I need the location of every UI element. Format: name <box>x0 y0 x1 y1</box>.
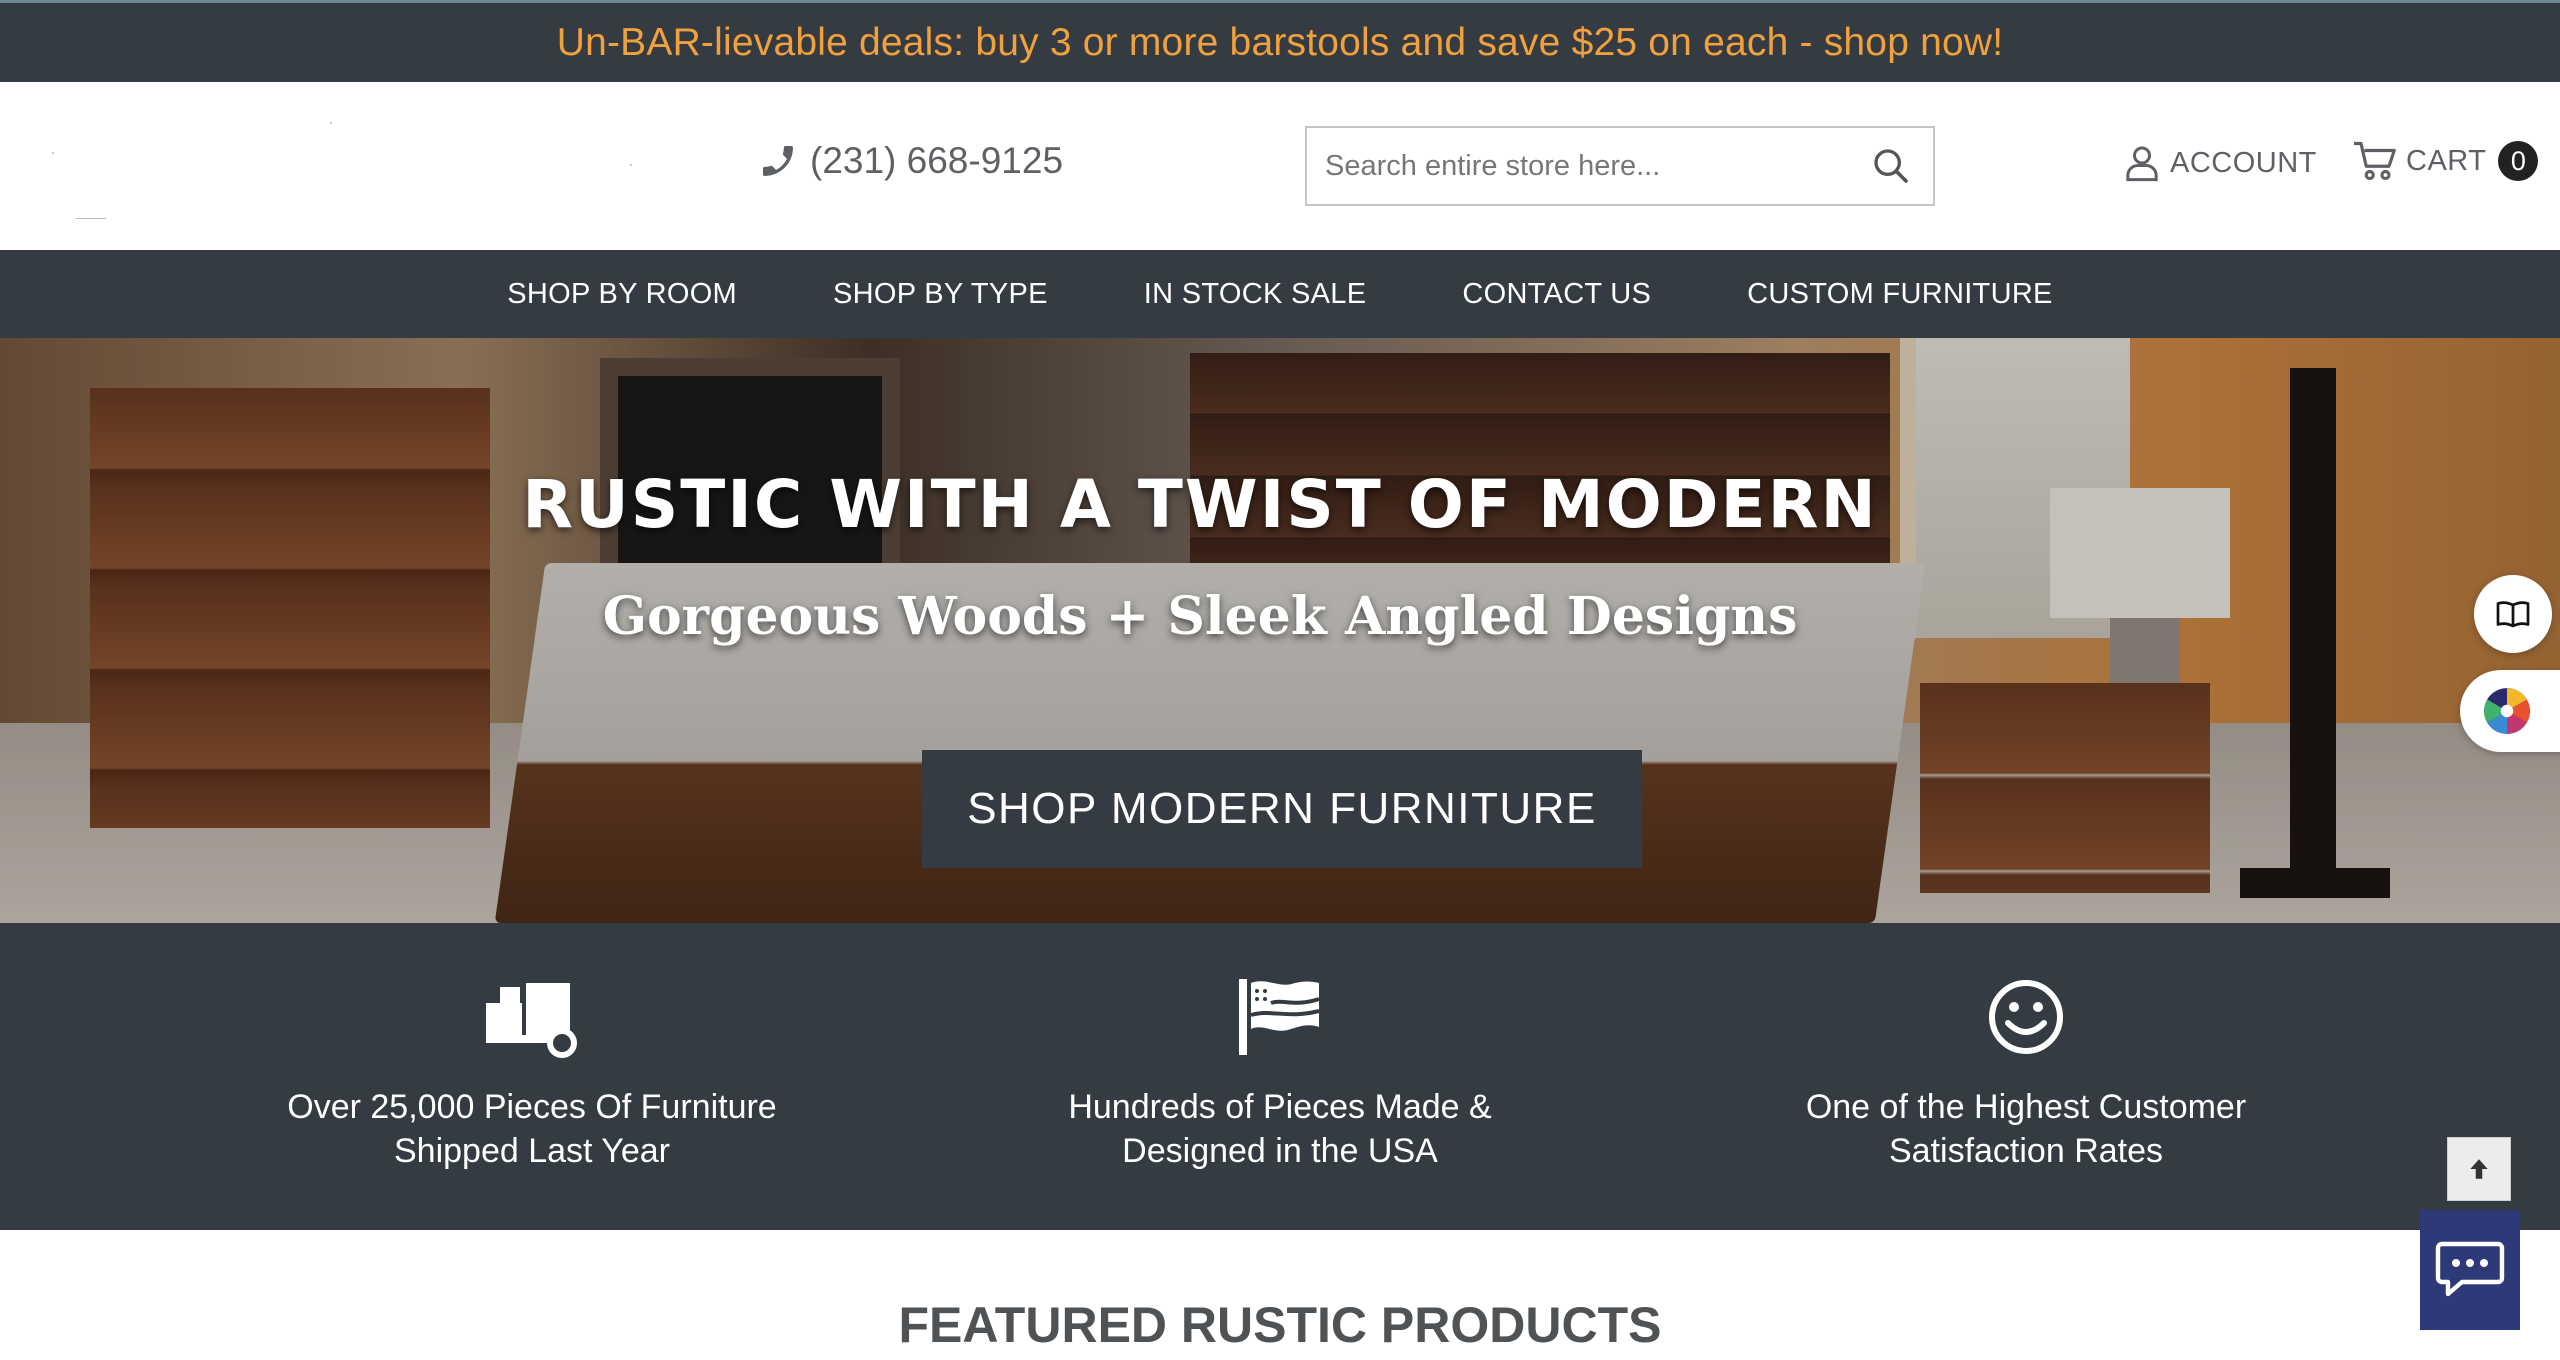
promo-text[interactable]: Un-BAR-lievable deals: buy 3 or more bar… <box>557 21 2004 65</box>
search-button[interactable] <box>1867 142 1915 190</box>
smiley-icon <box>1989 980 2063 1054</box>
phone-number[interactable]: (231) 668-9125 <box>758 140 1063 182</box>
feature-satisfaction: One of the Highest Customer Satisfaction… <box>1726 973 2326 1173</box>
accessibility-reader-button[interactable] <box>2474 575 2552 653</box>
site-header: (231) 668-9125 ACCOUNT CART 0 <box>0 82 2560 250</box>
book-icon <box>2496 601 2530 628</box>
cart-icon <box>2354 141 2396 181</box>
shop-modern-furniture-button[interactable]: SHOP MODERN FURNITURE <box>922 750 1642 868</box>
feature-usa-line2: Designed in the USA <box>1122 1132 1438 1170</box>
chat-bubble-icon <box>2435 1241 2505 1297</box>
feature-satisfaction-line2: Satisfaction Rates <box>1888 1132 2164 1170</box>
features-strip: Over 25,000 Pieces Of Furniture Shipped … <box>0 923 2560 1230</box>
main-nav: SHOP BY ROOM SHOP BY TYPE IN STOCK SALE … <box>0 250 2560 338</box>
feature-usa-line1: Hundreds of Pieces Made & <box>1068 1088 1492 1126</box>
phone-text: (231) 668-9125 <box>810 140 1064 181</box>
search-box <box>1305 126 1935 206</box>
nav-shop-by-type[interactable]: SHOP BY TYPE <box>833 278 1048 311</box>
hero-subtitle: Gorgeous Woods + Sleek Angled Designs <box>602 586 1798 647</box>
arrow-up-icon <box>2470 1159 2488 1179</box>
featured-products-heading: FEATURED RUSTIC PRODUCTS <box>898 1297 1662 1353</box>
search-input[interactable] <box>1325 149 1867 183</box>
delivery-dolly-icon <box>486 983 577 1058</box>
nav-shop-by-room[interactable]: SHOP BY ROOM <box>507 278 737 311</box>
search-icon <box>1874 149 1908 183</box>
site-logo[interactable] <box>30 102 650 232</box>
nav-in-stock-sale[interactable]: IN STOCK SALE <box>1144 278 1367 311</box>
feature-shipped-line2: Shipped Last Year <box>393 1132 671 1170</box>
cart-link[interactable]: CART 0 <box>2352 140 2539 182</box>
promo-banner[interactable]: Un-BAR-lievable deals: buy 3 or more bar… <box>0 0 2560 82</box>
cart-label: CART <box>2406 144 2487 177</box>
color-wheel-icon <box>2484 688 2530 734</box>
nav-custom-furniture[interactable]: CUSTOM FURNITURE <box>1747 278 2053 311</box>
hero-title: RUSTIC WITH A TWIST OF MODERN <box>522 466 1878 543</box>
account-link[interactable]: ACCOUNT <box>2122 142 2317 184</box>
cart-count-badge: 0 <box>2498 141 2539 181</box>
feature-usa: Hundreds of Pieces Made & Designed in th… <box>980 973 1580 1173</box>
scroll-to-top-button[interactable] <box>2447 1137 2511 1201</box>
feature-shipped: Over 25,000 Pieces Of Furniture Shipped … <box>232 973 832 1173</box>
user-icon <box>2126 146 2158 182</box>
nav-contact-us[interactable]: CONTACT US <box>1462 278 1651 311</box>
hero-banner[interactable]: RUSTIC WITH A TWIST OF MODERN Gorgeous W… <box>0 338 2560 923</box>
feature-shipped-line1: Over 25,000 Pieces Of Furniture <box>287 1088 777 1126</box>
phone-icon <box>763 146 793 176</box>
feature-satisfaction-line1: One of the Highest Customer <box>1805 1088 2247 1126</box>
account-label: ACCOUNT <box>2170 146 2317 179</box>
usa-flag-icon <box>1239 979 1320 1055</box>
color-tool-tab[interactable] <box>2460 670 2560 752</box>
